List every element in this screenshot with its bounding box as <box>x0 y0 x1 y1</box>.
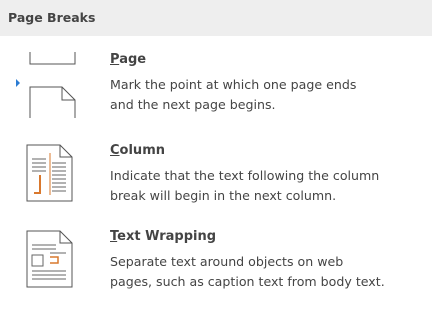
section-title: Page Breaks <box>8 10 96 25</box>
page-break-icon <box>0 52 80 132</box>
text-wrapping-break-icon <box>0 229 80 309</box>
column-break-title: Column <box>110 143 165 158</box>
column-break-icon <box>0 143 80 223</box>
page-break-option[interactable]: Page Mark the point at which one page en… <box>0 52 432 132</box>
page-break-description: Mark the point at which one page ends an… <box>110 77 357 112</box>
text-wrapping-break-option[interactable]: Text Wrapping Separate text around objec… <box>0 229 432 309</box>
section-header: Page Breaks <box>0 0 432 36</box>
column-break-option[interactable]: Column Indicate that the text following … <box>0 143 432 223</box>
text-wrapping-break-description: Separate text around objects on web page… <box>110 254 385 289</box>
column-break-description: Indicate that the text following the col… <box>110 168 380 203</box>
page-break-title: Page <box>110 52 147 67</box>
text-wrapping-break-title: Text Wrapping <box>110 229 217 244</box>
